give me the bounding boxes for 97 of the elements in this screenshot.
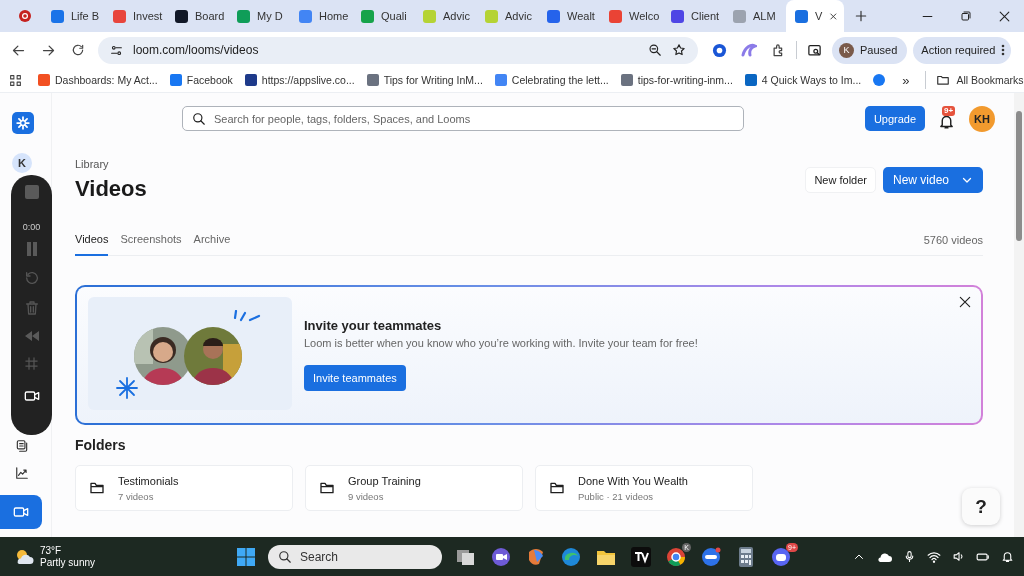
folder-card[interactable]: Group Training 9 videos xyxy=(305,465,523,511)
swirl-icon[interactable] xyxy=(741,43,757,57)
folder-name: Done With You Wealth xyxy=(578,474,688,487)
browser-tab[interactable]: My D xyxy=(228,0,290,32)
apps-grid-icon[interactable] xyxy=(9,73,22,87)
search-field[interactable]: Search for people, tags, folders, Spaces, and Looms xyxy=(182,106,744,131)
star-icon[interactable] xyxy=(672,43,686,57)
close-icon[interactable] xyxy=(998,9,1011,23)
banner-description: Loom is better when you know who you’re working with. Invite your team for free! xyxy=(304,337,698,349)
record-button[interactable] xyxy=(0,495,42,529)
folder-name: Group Training xyxy=(348,474,421,487)
reload-icon[interactable] xyxy=(71,43,85,57)
bookmark-link[interactable]: tips-for-writing-inm... xyxy=(620,74,733,86)
browser-tab[interactable]: Home xyxy=(290,0,352,32)
bookmark-link[interactable]: Dashboards: My Act... xyxy=(38,74,158,86)
browser-tab[interactable]: Client xyxy=(662,0,724,32)
speaker-icon[interactable] xyxy=(952,550,965,563)
zoom-out-icon[interactable] xyxy=(648,43,662,57)
new-folder-button[interactable]: New folder xyxy=(805,167,876,193)
tab[interactable]: Archive xyxy=(193,223,231,256)
taskbar-search[interactable]: Search xyxy=(268,544,442,569)
browser-tab[interactable]: Invest xyxy=(104,0,166,32)
tv-app-icon[interactable] xyxy=(630,545,652,568)
video-camera-icon xyxy=(13,504,29,520)
asterisk-icon xyxy=(116,377,138,399)
bookmark-link[interactable]: Celebrating the lett... xyxy=(494,74,609,86)
restart-icon[interactable] xyxy=(23,270,40,286)
profile-button[interactable]: K Paused xyxy=(832,36,908,64)
help-button[interactable]: ? xyxy=(962,488,1000,525)
profile-avatar: K xyxy=(839,42,854,58)
all-bookmarks-button[interactable]: All Bookmarks xyxy=(936,73,1024,87)
asterisk-icon xyxy=(16,116,30,130)
video-count: 5760 videos xyxy=(923,233,983,246)
chart-icon[interactable] xyxy=(15,466,29,480)
folder-card[interactable]: Done With You Wealth Public · 21 videos xyxy=(535,465,753,511)
browser-tab[interactable]: Board xyxy=(166,0,228,32)
tab[interactable]: Screenshots xyxy=(120,223,182,256)
folder-meta: 7 videos xyxy=(118,490,155,502)
bookmark-link[interactable]: https://appslive.co... xyxy=(244,74,355,86)
bookmark-link[interactable]: Tips for Writing InM... xyxy=(366,74,483,86)
video-chat-icon[interactable] xyxy=(490,545,512,568)
tab-search-icon[interactable] xyxy=(807,42,822,58)
wifi-icon[interactable] xyxy=(927,549,941,564)
action-required-button[interactable]: Action required xyxy=(913,36,1012,64)
folder-icon xyxy=(319,480,335,496)
bookmark-link[interactable]: 4 Quick Ways to Im... xyxy=(744,74,862,86)
close-icon[interactable] xyxy=(958,295,972,309)
banner-title: Invite your teammates xyxy=(304,318,443,333)
folder-icon xyxy=(936,73,951,87)
notification-badge: 9+ xyxy=(942,105,956,116)
browser-tab[interactable]: Advic xyxy=(476,0,538,32)
folder-name: Testimonials xyxy=(118,474,179,487)
user-avatar[interactable]: KH xyxy=(969,105,995,132)
section-heading: Folders xyxy=(75,437,127,453)
bookmark-icon[interactable] xyxy=(873,74,886,86)
recording-timer: 0:00 xyxy=(22,222,41,232)
folder-icon xyxy=(549,480,565,496)
restore-icon[interactable] xyxy=(960,9,972,22)
scrollbar[interactable] xyxy=(1014,93,1024,537)
folder-meta: 9 videos xyxy=(348,490,385,502)
bookmarks-overflow-button[interactable]: » xyxy=(902,72,910,88)
folder-icon xyxy=(89,480,105,496)
search-icon xyxy=(278,549,292,564)
start-icon[interactable] xyxy=(237,547,255,566)
browser-tab[interactable]: Welco xyxy=(600,0,662,32)
address-bar[interactable]: loom.com/looms/videos xyxy=(98,36,698,64)
notification-bell-icon[interactable] xyxy=(1001,550,1014,563)
browser-tab[interactable]: Quali xyxy=(352,0,414,32)
browser-icon[interactable] xyxy=(560,545,582,568)
upgrade-button[interactable]: Upgrade xyxy=(865,106,925,131)
microphone-icon[interactable] xyxy=(903,550,916,563)
breadcrumb: Library xyxy=(75,158,110,170)
user-avatar[interactable]: K xyxy=(12,153,32,173)
site-info-icon[interactable] xyxy=(110,43,123,57)
weather-icon[interactable] xyxy=(14,547,34,566)
invite-teammates-button[interactable]: Invite teammates xyxy=(304,365,406,391)
folder-card[interactable]: Testimonials 7 videos xyxy=(75,465,293,511)
browser-tab[interactable]: Advic xyxy=(414,0,476,32)
record-icon[interactable] xyxy=(18,9,32,23)
browser-tab[interactable]: Life B xyxy=(42,0,104,32)
notes-icon[interactable] xyxy=(15,439,29,453)
app-logo[interactable] xyxy=(12,112,34,134)
bookmark-link[interactable]: Facebook xyxy=(169,74,233,86)
browser-tab[interactable]: ALM xyxy=(724,0,786,32)
page-title: Videos xyxy=(75,176,147,202)
browser-tab[interactable]: V xyxy=(786,0,844,32)
more-icon xyxy=(1001,44,1006,56)
weather-condition: Partly sunny xyxy=(40,556,96,569)
new-video-button[interactable]: New video xyxy=(882,167,983,193)
new-tab-icon[interactable] xyxy=(854,9,868,23)
circle-icon[interactable] xyxy=(712,42,727,58)
folder-meta: Public · 21 videos xyxy=(578,490,654,502)
tab[interactable]: Videos xyxy=(75,223,109,256)
chrome-icon[interactable] xyxy=(665,545,687,568)
temperature: 73°F xyxy=(40,544,63,557)
video-camera-icon[interactable] xyxy=(23,388,40,404)
browser-tab[interactable]: Wealt xyxy=(538,0,600,32)
